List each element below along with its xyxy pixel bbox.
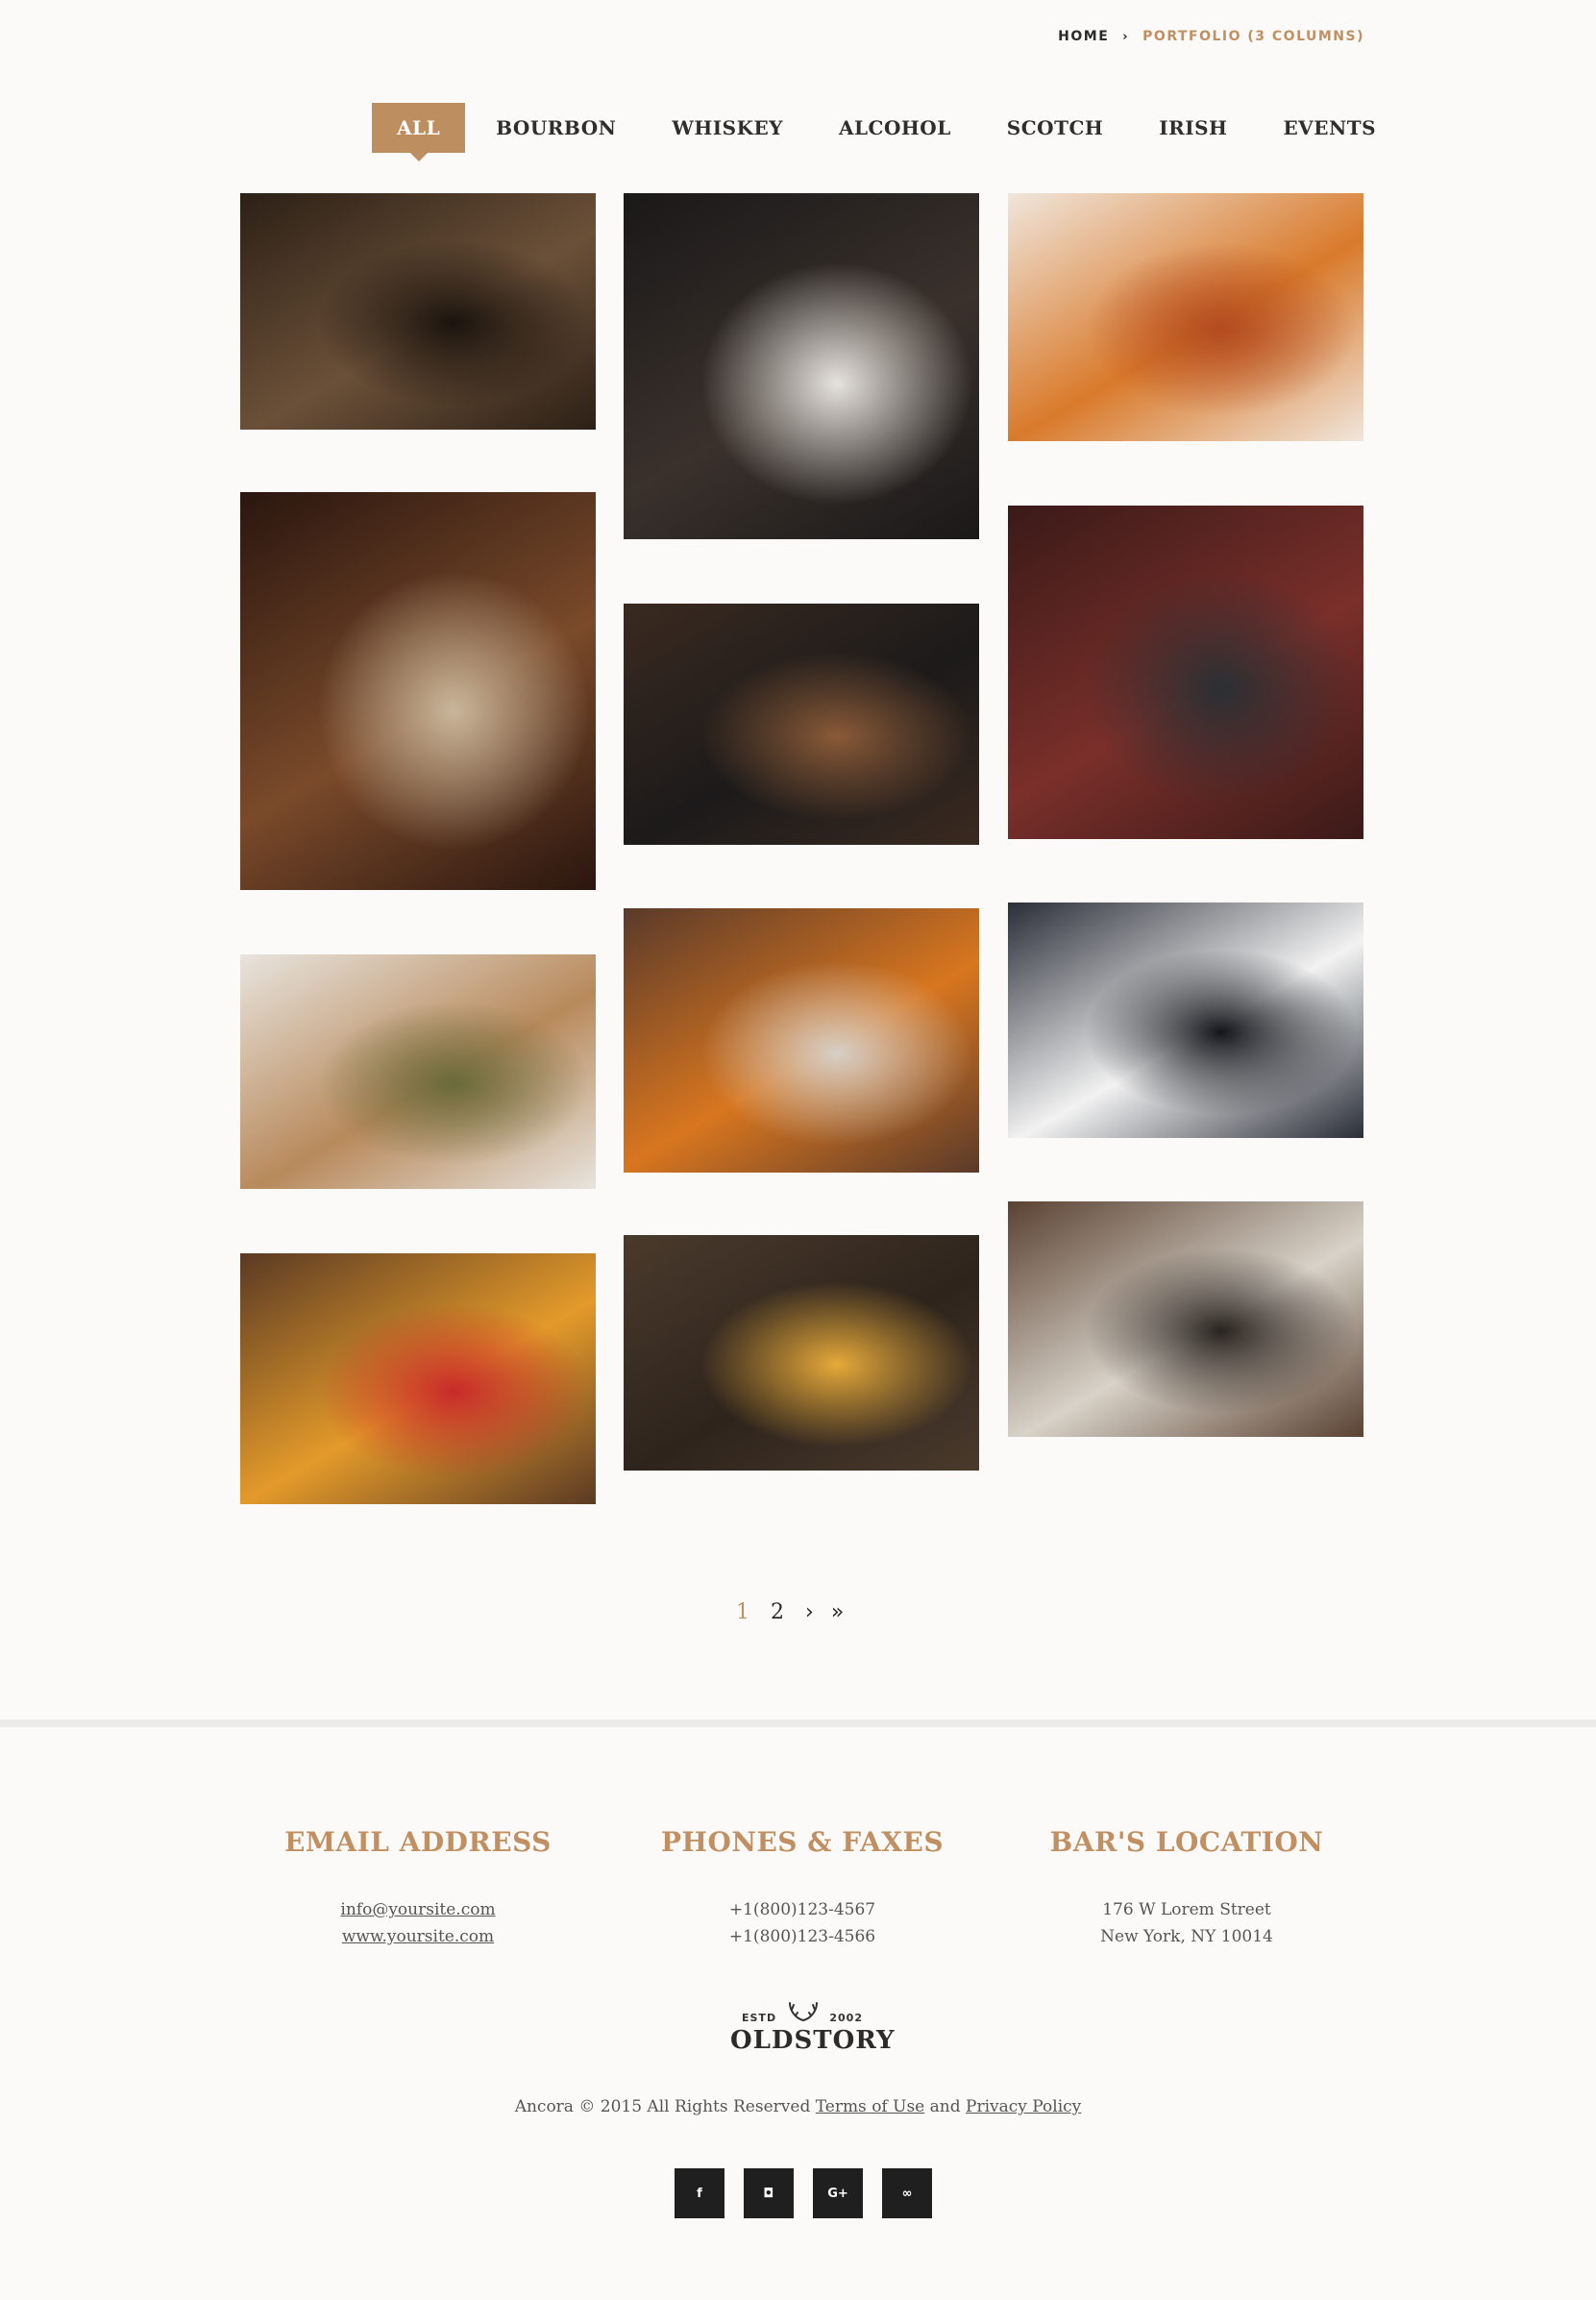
footer-phones-column: PHONES & FAXES +1(800)123-4567 +1(800)12… [620,1826,985,1950]
phone-1: +1(800)123-4567 [728,1900,876,1919]
two-whiskey-glasses-photo[interactable] [624,1235,979,1471]
filter-whiskey[interactable]: WHISKEY [672,103,783,153]
filter-alcohol[interactable]: ALCOHOL [839,103,951,153]
chevron-right-icon: › [1122,29,1130,44]
website-link[interactable]: www.yoursite.com [235,1923,601,1950]
filter-scotch[interactable]: SCOTCH [1007,103,1103,153]
next-page-icon[interactable]: › [805,1600,814,1624]
address-line-2: New York, NY 10014 [1100,1927,1273,1946]
instagram-icon[interactable]: ◘ [744,2168,794,2218]
orange-cocktail-photo[interactable] [1008,193,1363,441]
footer-divider [0,1719,1596,1727]
terms-link[interactable]: Terms of Use [816,2097,925,2116]
whiskey-on-bar-mat-photo[interactable] [624,604,979,845]
last-page-icon[interactable]: » [831,1600,844,1624]
pagination: 1 2 › » [736,1600,861,1624]
portfolio-filters: ALL BOURBON WHISKEY ALCOHOL SCOTCH IRISH… [372,103,1432,161]
facebook-icon[interactable]: f [675,2168,724,2218]
bearded-man-photo[interactable] [624,193,979,539]
logo-name: OLDSTORY [730,2026,896,2055]
old-fashioned-glass-photo[interactable] [624,908,979,1173]
footer-email-column: EMAIL ADDRESS info@yoursite.com www.your… [235,1826,601,1950]
logo-year: 2002 [829,2012,863,2024]
breadcrumb: HOME › PORTFOLIO (3 COLUMNS) [1058,29,1364,44]
page-1-link[interactable]: 1 [736,1600,749,1624]
crystal-glasses-photo[interactable] [1008,1201,1363,1437]
location-title: BAR'S LOCATION [1049,1826,1324,1858]
bartender-pouring-photo[interactable] [1008,903,1363,1138]
tripadvisor-icon[interactable]: ∞ [882,2168,932,2218]
bar-interior-photo[interactable] [240,193,596,430]
breadcrumb-home-link[interactable]: HOME [1058,29,1109,44]
footer-logo[interactable]: ESTD 2002 OLDSTORY [730,2001,896,2055]
logo-estd: ESTD [742,2012,777,2024]
footer-location-column: BAR'S LOCATION 176 W Lorem Street New Yo… [1004,1826,1369,1950]
privacy-link[interactable]: Privacy Policy [966,2097,1081,2116]
copyright-and: and [929,2097,961,2116]
phones-title: PHONES & FAXES [660,1826,945,1858]
google-plus-icon[interactable]: G+ [813,2168,863,2218]
filter-bourbon[interactable]: BOURBON [496,103,616,153]
social-links: f ◘ G+ ∞ [675,2168,932,2218]
red-pub-interior-photo[interactable] [1008,506,1363,839]
cherry-cocktail-photo[interactable] [240,1253,596,1504]
breadcrumb-current: PORTFOLIO (3 COLUMNS) [1142,29,1364,44]
page-2-link[interactable]: 2 [771,1600,784,1624]
filter-events[interactable]: EVENTS [1283,103,1376,153]
pouring-cocktail-photo[interactable] [240,492,596,890]
copyright-text: Ancora © 2015 All Rights Reserved [514,2097,811,2116]
copyright: Ancora © 2015 All Rights Reserved Terms … [0,2097,1596,2116]
address-line-1: 176 W Lorem Street [1102,1900,1271,1919]
antlers-icon [788,2002,818,2022]
phone-2: +1(800)123-4566 [728,1927,876,1946]
filter-all[interactable]: ALL [372,103,466,161]
email-link[interactable]: info@yoursite.com [235,1896,601,1923]
email-title: EMAIL ADDRESS [284,1826,552,1858]
pickles-jar-photo[interactable] [240,954,596,1189]
filter-irish[interactable]: IRISH [1159,103,1227,153]
